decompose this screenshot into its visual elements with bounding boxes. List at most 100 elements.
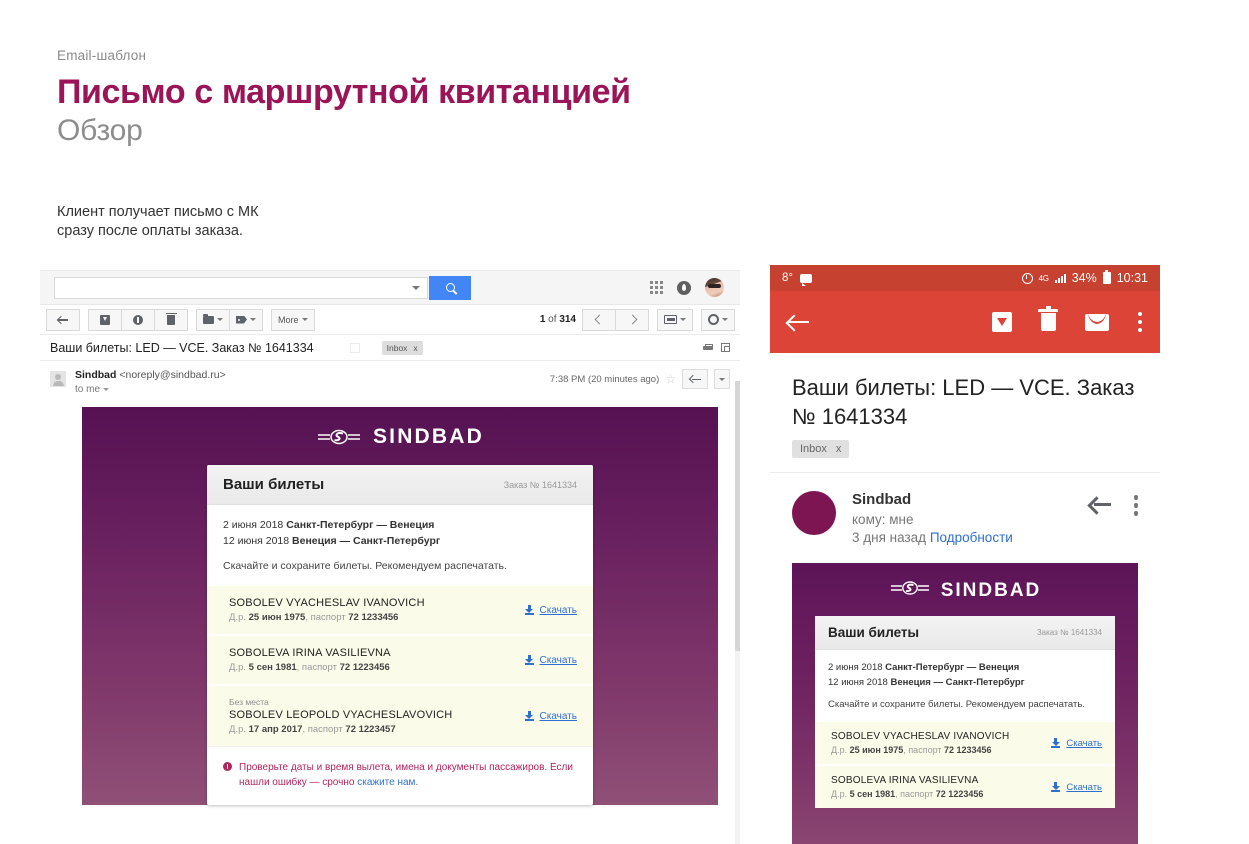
warning-text-part2: . — [415, 777, 419, 788]
phone-sender-name: Sindbad — [852, 491, 912, 508]
next-message-button[interactable] — [615, 308, 649, 331]
alarm-icon — [1021, 272, 1033, 284]
back-button[interactable] — [46, 308, 80, 331]
back-arrow-icon — [57, 315, 69, 324]
email-scrollbar-thumb[interactable] — [735, 381, 740, 651]
mobile-phone-screenshot: 8° 4G 34% 10:31 Ваши билеты: LED — VCE. … — [770, 265, 1160, 844]
phone-sender-actions — [1090, 491, 1138, 516]
more-button[interactable]: More — [271, 308, 315, 331]
email-scrollbar-track[interactable] — [735, 381, 740, 844]
network-type-label: 4G — [1038, 273, 1049, 283]
ticket-card: Ваши билеты Заказ № 1641334 2 июня 2018 … — [207, 465, 593, 805]
lede-line-1: Клиент получает письмо с МК — [57, 204, 259, 220]
phone-sender-meta: Sindbad кому: мне 3 дня назад Подробност… — [852, 491, 1013, 545]
envelope-icon[interactable] — [1084, 313, 1109, 331]
label-button[interactable] — [229, 308, 263, 331]
phone-routes-list: 2 июня 2018 Санкт-Петербург — Венеция 12… — [815, 650, 1115, 690]
passenger-row: SOBOLEVA IRINA VASILIEVNA Д.р. 5 сен 198… — [207, 634, 593, 684]
phone-time-row: 3 дня назад Подробности — [852, 530, 1013, 545]
print-icon[interactable] — [703, 343, 713, 352]
overflow-menu-icon[interactable] — [1133, 495, 1138, 516]
chevron-down-icon[interactable] — [412, 285, 420, 290]
eyebrow-label: Email-шаблон — [57, 48, 147, 63]
gmail-desktop-panel: More 1 of 314 Ваши билеты: LED — VCE. За… — [40, 270, 740, 844]
passport-value: 72 1223456 — [935, 789, 984, 799]
ticket-card-header: Ваши билеты Заказ № 1641334 — [207, 465, 593, 505]
sender-avatar — [50, 371, 66, 387]
apps-grid-icon[interactable] — [650, 281, 663, 294]
trash-icon[interactable] — [1038, 306, 1058, 331]
passport-value: 72 1233456 — [348, 612, 399, 623]
passenger-info: SOBOLEVA IRINA VASILIEVNA Д.р. 5 сен 198… — [229, 647, 525, 673]
winged-emblem-icon — [889, 579, 931, 602]
phone-relative-time: 3 дня назад — [852, 530, 927, 545]
phone-brand-name: SINDBAD — [940, 579, 1042, 601]
download-ticket-link[interactable]: Скачать — [524, 711, 577, 722]
chevron-down-icon — [103, 388, 110, 391]
gmail-top-right-icons — [650, 278, 732, 297]
star-outline-icon[interactable]: ☆ — [665, 373, 676, 385]
phone-passenger-info: SOBOLEV VYACHESLAV IVANOVICH Д.р. 25 июн… — [831, 731, 1051, 755]
dob-value: 5 сен 1981 — [849, 789, 896, 799]
star-outline-icon[interactable] — [349, 342, 360, 353]
passenger-document: Д.р. 17 апр 2017, паспорт 72 1223457 — [229, 724, 525, 735]
delete-button[interactable] — [154, 308, 188, 331]
phone-route-date: 12 июня 2018 — [828, 677, 888, 688]
download-icon — [1051, 782, 1061, 792]
reply-button[interactable] — [682, 369, 708, 389]
overflow-menu-icon[interactable] — [1137, 311, 1142, 333]
display-density-button[interactable] — [657, 308, 693, 331]
phone-download-ticket-link[interactable]: Скачать — [1051, 782, 1102, 793]
chevron-down-icon — [719, 377, 725, 381]
passport-value: 72 1233456 — [944, 745, 992, 755]
recipient-label: to me — [75, 384, 101, 395]
remove-label-button[interactable]: x — [413, 343, 417, 353]
download-note: Скачайте и сохраните билеты. Рекомендуем… — [223, 560, 507, 572]
dob-value: 5 сен 1981 — [248, 662, 297, 673]
phone-remove-label-button[interactable]: x — [836, 443, 842, 455]
archive-icon — [100, 314, 110, 325]
archive-icon[interactable] — [991, 312, 1012, 332]
open-in-new-window-icon[interactable] — [721, 343, 730, 352]
phone-details-link[interactable]: Подробности — [930, 530, 1013, 545]
label-icon — [236, 315, 247, 324]
dob-label: Д.р. — [229, 662, 249, 673]
settings-button[interactable] — [701, 308, 735, 331]
prev-message-button[interactable] — [582, 308, 616, 331]
warning-block: Проверьте даты и время вылета, имена и д… — [207, 746, 593, 805]
recipient-row[interactable]: to me — [75, 384, 226, 395]
search-input[interactable] — [54, 276, 428, 299]
more-options-button[interactable] — [714, 369, 730, 389]
phone-app-toolbar — [770, 291, 1160, 353]
passenger-info: Без места SOBOLEV LEOPOLD VYACHESLAVOVIC… — [229, 697, 525, 735]
temperature-label: 8° — [782, 272, 793, 284]
counter-total: 314 — [559, 314, 576, 325]
reply-icon[interactable] — [1090, 497, 1112, 514]
phone-passenger-row: SOBOLEV VYACHESLAV IVANOVICH Д.р. 25 июн… — [815, 720, 1115, 764]
move-to-button[interactable] — [196, 308, 230, 331]
passport-value: 72 1223456 — [339, 662, 390, 673]
download-ticket-link[interactable]: Скачать — [524, 605, 577, 616]
route-date: 12 июня 2018 — [223, 535, 290, 547]
phone-order-number: Заказ № 1641334 — [1036, 628, 1102, 637]
archive-button[interactable] — [88, 308, 122, 331]
back-arrow-icon[interactable] — [788, 314, 810, 331]
dob-value: 25 июн 1975 — [248, 612, 306, 623]
dob-value: 17 апр 2017 — [248, 724, 303, 735]
phone-download-ticket-link[interactable]: Скачать — [1051, 738, 1102, 749]
download-ticket-link[interactable]: Скачать — [524, 654, 578, 666]
drop-icon[interactable] — [677, 280, 691, 295]
report-spam-button[interactable] — [121, 308, 155, 331]
chevron-down-icon — [301, 318, 308, 321]
contact-us-link[interactable]: скажите нам — [357, 777, 415, 788]
avatar[interactable] — [705, 278, 724, 297]
download-label: Скачать — [539, 654, 578, 666]
sender-identity: Sindbad <noreply@sindbad.ru> — [75, 369, 226, 381]
search-button[interactable] — [429, 275, 471, 300]
passenger-document: Д.р. 25 июн 1975, паспорт 72 1233456 — [229, 612, 525, 623]
passport-label: , паспорт — [302, 724, 346, 735]
phone-route-row: 12 июня 2018 Венеция — Санкт-Петербург — [828, 675, 1102, 690]
passport-label: , паспорт — [305, 612, 349, 623]
phone-route-date: 2 июня 2018 — [828, 662, 883, 673]
route-row: 12 июня 2018 Венеция — Санкт-Петербург — [223, 533, 577, 549]
